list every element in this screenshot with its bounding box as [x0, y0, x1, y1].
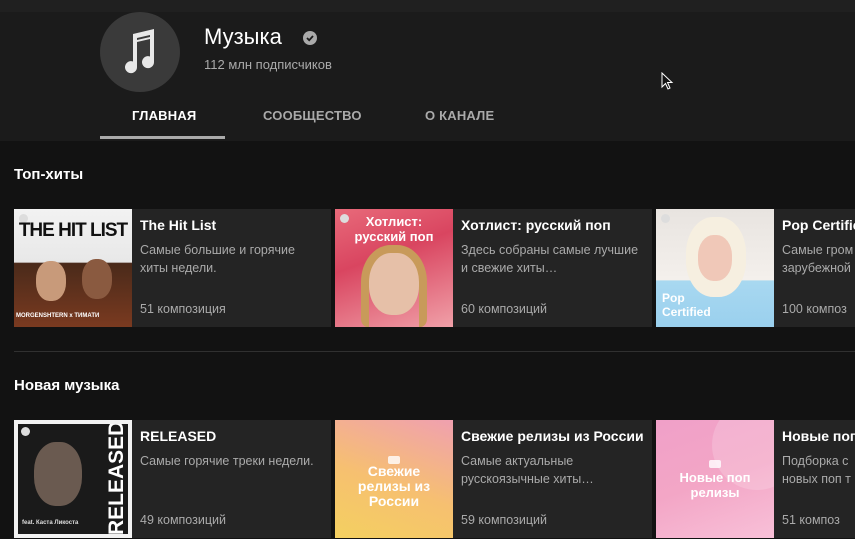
thumbnail-caption: MORGENSHTERN x ТИМАТИ	[16, 313, 100, 319]
playlist-title[interactable]: Новые поп	[782, 428, 855, 444]
playlist-card[interactable]: Хотлист: русский поп Хотлист: русский по…	[335, 209, 652, 327]
thumbnail-caption: feat. Каста Ликоста	[22, 520, 79, 526]
playlist-thumbnail[interactable]: THE HIT LIST MORGENSHTERN x ТИМАТИ	[14, 209, 132, 327]
playlist-thumbnail[interactable]: RELEASED feat. Каста Ликоста	[14, 420, 132, 538]
playlist-card[interactable]: Pop Certified Pop Certifie Самые гром за…	[656, 209, 855, 327]
playlist-track-count: 51 композ	[782, 513, 840, 527]
thumbnail-title: THE HIT LIST	[18, 220, 128, 241]
playlist-description: Самые большие и горячие хиты недели.	[140, 243, 295, 275]
playlist-card[interactable]: Свежие релизы из России Свежие релизы из…	[335, 420, 652, 538]
playlist-title[interactable]: Хотлист: русский поп	[461, 217, 611, 233]
tab-about[interactable]: О КАНАЛЕ	[425, 108, 494, 123]
playlist-title[interactable]: Свежие релизы из России	[461, 428, 644, 444]
tab-home[interactable]: ГЛАВНАЯ	[132, 108, 196, 123]
thumbnail-title: Свежие релизы из России	[357, 463, 431, 509]
playlist-description: Самые актуальные русскоязычные хиты…	[461, 454, 594, 486]
thumbnail-title: Хотлист: русский поп	[354, 214, 434, 244]
playlist-card[interactable]: THE HIT LIST MORGENSHTERN x ТИМАТИ The H…	[14, 209, 331, 327]
playlist-track-count: 51 композиция	[140, 302, 226, 316]
playlist-card[interactable]: Новые поп релизы Новые поп Подборка с но…	[656, 420, 855, 538]
music-note-icon	[125, 29, 155, 74]
playlist-track-count: 49 композиций	[140, 513, 226, 527]
playlist-title[interactable]: Pop Certifie	[782, 217, 855, 233]
channel-avatar[interactable]	[100, 12, 180, 92]
playlist-description: Здесь собраны самые лучшие и свежие хиты…	[461, 243, 639, 275]
playlist-description: Самые гром зарубежной	[782, 243, 854, 275]
play-badge-icon	[709, 460, 721, 468]
playlist-thumbnail[interactable]: Хотлист: русский поп	[335, 209, 453, 327]
playlist-title[interactable]: The Hit List	[140, 217, 216, 233]
playlist-badge-icon	[661, 214, 670, 223]
playlist-track-count: 100 композ	[782, 302, 847, 316]
channel-name: Музыка	[204, 24, 282, 49]
section-title-new-music: Новая музыка	[14, 377, 120, 394]
person-figure	[698, 235, 732, 281]
person-figure	[36, 261, 66, 301]
person-hair	[361, 245, 427, 327]
tab-community[interactable]: СООБЩЕСТВО	[263, 108, 362, 123]
playlist-title[interactable]: RELEASED	[140, 428, 216, 444]
playlist-description: Самые горячие треки недели.	[140, 454, 314, 468]
section-divider	[14, 351, 855, 352]
channel-header: Музыка 112 млн подписчиков ГЛАВНАЯ СООБЩ…	[0, 12, 855, 141]
thumbnail-title: RELEASED	[105, 420, 128, 535]
playlist-thumbnail[interactable]: Pop Certified	[656, 209, 774, 327]
thumbnail-title: Pop Certified	[662, 291, 711, 319]
playlist-thumbnail[interactable]: Новые поп релизы	[656, 420, 774, 538]
person-figure	[82, 259, 112, 299]
section-title-top-hits: Топ-хиты	[14, 166, 84, 183]
playlist-track-count: 60 композиций	[461, 302, 547, 316]
playlist-description: Подборка с новых поп т	[782, 454, 851, 486]
playlist-card[interactable]: RELEASED feat. Каста Ликоста RELEASED Са…	[14, 420, 331, 538]
playlist-track-count: 59 композиций	[461, 513, 547, 527]
thumbnail-title: Новые поп релизы	[679, 470, 751, 500]
subscriber-count: 112 млн подписчиков	[204, 57, 332, 72]
playlist-thumbnail[interactable]: Свежие релизы из России	[335, 420, 453, 538]
top-bar	[0, 0, 855, 12]
verified-icon	[303, 31, 317, 45]
playlist-badge-icon	[21, 427, 30, 436]
active-tab-indicator	[100, 136, 225, 139]
person-figure	[34, 442, 82, 506]
mouse-cursor-icon	[661, 72, 674, 90]
